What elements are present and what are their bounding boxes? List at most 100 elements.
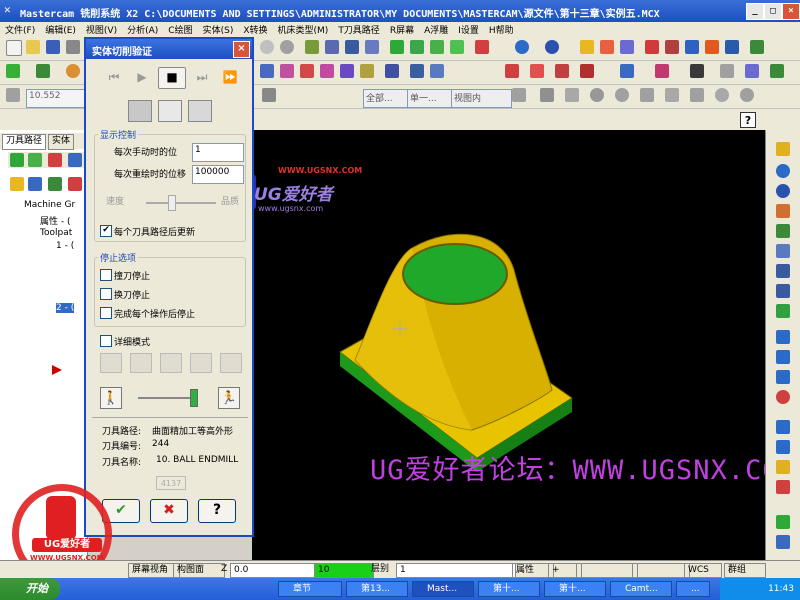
step-button[interactable]: ⏭ <box>188 67 216 89</box>
xform-scale-icon[interactable] <box>320 64 334 78</box>
save-icon[interactable] <box>46 40 60 54</box>
plus-icon[interactable] <box>720 64 734 78</box>
tree-machine-group[interactable]: Machine Gr <box>24 200 75 210</box>
select-window-icon[interactable] <box>565 88 579 102</box>
select-end-icon[interactable] <box>740 88 754 102</box>
sphere-icon[interactable] <box>545 40 559 54</box>
zoom-icon[interactable] <box>260 40 274 54</box>
tool-display-icon[interactable] <box>128 100 152 122</box>
verify-icon[interactable] <box>745 64 759 78</box>
menu-xform[interactable]: X转换 <box>238 22 272 37</box>
select-mode-icon[interactable] <box>512 88 526 102</box>
chart-icon[interactable] <box>160 353 182 373</box>
z-depth-field[interactable]: 0.0 <box>230 563 316 578</box>
select-vertex-icon[interactable] <box>690 88 704 102</box>
line-width-dropdown[interactable] <box>632 563 690 578</box>
table2-icon[interactable] <box>530 64 544 78</box>
speed-slider-thumb[interactable] <box>168 195 176 211</box>
pocket-icon[interactable] <box>580 64 594 78</box>
save-stl-icon[interactable] <box>220 353 242 373</box>
backplot-manager-icon[interactable] <box>48 153 62 167</box>
start-button[interactable]: 开始 <box>0 578 60 600</box>
groups-button[interactable]: 群组 <box>724 563 766 578</box>
verify-manager-icon[interactable] <box>68 153 82 167</box>
view-select-dropdown[interactable]: 视图内 <box>451 89 512 108</box>
select-face-icon[interactable] <box>640 88 654 102</box>
tree-properties[interactable]: 属性 - ( <box>40 214 70 227</box>
analyze-icon[interactable] <box>665 40 679 54</box>
snap-icon[interactable] <box>262 88 276 102</box>
tab-toolpaths[interactable]: 刀具路径 <box>2 134 47 150</box>
open-folder-icon[interactable] <box>26 40 40 54</box>
cut-stock-icon[interactable] <box>100 353 122 373</box>
select-solid-icon[interactable] <box>590 88 604 102</box>
select-verify-icon[interactable] <box>715 88 729 102</box>
help-button[interactable]: ? <box>198 499 236 523</box>
maximize-button[interactable]: □ <box>764 3 782 20</box>
detail-mode-checkbox[interactable] <box>100 335 112 347</box>
right-tool-8-icon[interactable] <box>776 284 790 298</box>
line-icon[interactable] <box>36 64 50 78</box>
xform-translate-icon[interactable] <box>260 64 274 78</box>
line-style-dropdown[interactable] <box>576 563 638 578</box>
menu-toolpaths[interactable]: T刀具路径 <box>333 22 385 37</box>
right-tool-6-icon[interactable] <box>776 244 790 258</box>
surface-icon[interactable] <box>655 64 669 78</box>
select-all-ops-icon[interactable] <box>10 153 24 167</box>
hidden-cube-icon[interactable] <box>430 40 444 54</box>
close-window-button[interactable]: × <box>782 3 800 20</box>
level-icon[interactable] <box>685 40 699 54</box>
tree-operation-2[interactable]: 2 - ( <box>56 303 75 313</box>
right-tool-17-icon[interactable] <box>776 480 790 494</box>
point-icon[interactable] <box>6 64 20 78</box>
pencil-icon[interactable] <box>580 40 594 54</box>
stock-display-icon[interactable] <box>158 100 182 122</box>
select-all-button[interactable]: 全部... <box>363 89 411 108</box>
dialog-close-button[interactable]: × <box>233 41 250 58</box>
play-button[interactable]: ▶ <box>128 67 156 89</box>
new-file-icon[interactable] <box>6 40 22 56</box>
toggle-display-icon[interactable] <box>28 177 42 191</box>
task-ch13[interactable]: 第13... <box>346 581 408 597</box>
right-tool-4-icon[interactable] <box>776 204 790 218</box>
layer-field[interactable]: 1 <box>396 563 516 578</box>
task-mastercam[interactable]: Mast... <box>412 581 474 597</box>
right-tool-18-icon[interactable] <box>776 515 790 529</box>
menu-help[interactable]: H帮助 <box>484 22 519 37</box>
task-more[interactable]: ... <box>676 581 710 597</box>
cancel-button[interactable]: ✖ <box>150 499 188 523</box>
wire-cube-icon[interactable] <box>410 40 424 54</box>
post-icon[interactable] <box>48 177 62 191</box>
menu-file[interactable]: 文件(F) <box>0 22 40 37</box>
trim-icon[interactable] <box>385 64 399 78</box>
help-question-icon[interactable]: ? <box>740 112 756 128</box>
help-toolbar-icon[interactable] <box>645 40 659 54</box>
xform-offset-icon[interactable] <box>340 64 354 78</box>
select-edge-icon[interactable] <box>665 88 679 102</box>
right-tool-10-icon[interactable] <box>776 330 790 344</box>
color-icon[interactable] <box>705 40 719 54</box>
minimize-button[interactable]: _ <box>746 3 764 20</box>
menu-machine-type[interactable]: 机床类型(M) <box>273 22 334 37</box>
menu-edit[interactable]: 编辑(E) <box>40 22 81 37</box>
rewind-button[interactable]: ⏮ <box>100 67 128 89</box>
tools-icon[interactable] <box>690 64 704 78</box>
gview-icon[interactable] <box>305 40 319 54</box>
right-tool-12-icon[interactable] <box>776 370 790 384</box>
snap-value-field[interactable]: 10.552 <box>26 89 87 108</box>
right-tool-13-icon[interactable] <box>776 390 790 404</box>
step-input[interactable]: 1 <box>192 143 244 162</box>
solid-cube-icon[interactable] <box>450 40 464 54</box>
select-single-button[interactable]: 单一... <box>407 89 455 108</box>
regen-icon[interactable] <box>28 153 42 167</box>
task-ch10-b[interactable]: 第十... <box>544 581 606 597</box>
xform-mirror-icon[interactable] <box>280 64 294 78</box>
menu-art[interactable]: A浮雕 <box>419 22 453 37</box>
menu-view[interactable]: 视图(V) <box>81 22 122 37</box>
menu-settings[interactable]: I设置 <box>453 22 484 37</box>
right-tool-7-icon[interactable] <box>776 264 790 278</box>
print-icon[interactable] <box>66 40 80 54</box>
sum-icon[interactable] <box>725 40 739 54</box>
xform-array-icon[interactable] <box>360 64 374 78</box>
right-tool-14-icon[interactable] <box>776 420 790 434</box>
